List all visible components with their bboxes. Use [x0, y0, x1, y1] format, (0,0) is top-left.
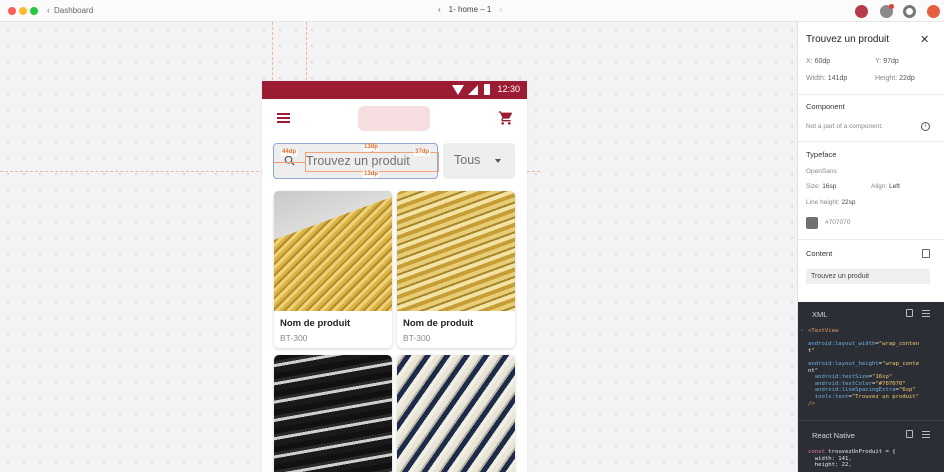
previous-screen-icon[interactable]: ‹: [438, 5, 441, 14]
divider: [798, 94, 944, 95]
close-window-button[interactable]: [8, 7, 16, 15]
line-height: Line height: 22sp: [806, 199, 856, 206]
minimize-window-button[interactable]: [19, 7, 27, 15]
measure-left-label: 44dp: [281, 149, 298, 156]
search-icon: [284, 155, 295, 166]
react-native-heading: React Native: [812, 431, 855, 440]
color-swatch[interactable]: [806, 217, 818, 229]
help-icon[interactable]: [903, 5, 916, 18]
component-heading: Component: [806, 102, 845, 111]
code-line: android:layout_height="wrap_conte: [808, 360, 920, 367]
code-line: t": [808, 347, 815, 354]
content-value[interactable]: Trouvez un produit: [806, 269, 930, 284]
logo-placeholder: [358, 106, 430, 131]
product-sku: BT-300: [403, 333, 431, 343]
wifi-icon: [452, 85, 464, 95]
product-image: [397, 191, 515, 311]
code-line: android:textColor="#707070": [814, 380, 906, 387]
content-heading: Content: [806, 249, 833, 258]
back-to-dashboard-link[interactable]: ‹ Dashboard: [47, 5, 93, 15]
y-position: Y: 97dp: [875, 58, 899, 65]
code-line: />: [808, 400, 815, 407]
close-icon[interactable]: ✕: [920, 33, 929, 46]
notifications-icon[interactable]: [880, 4, 894, 18]
notification-dot: [889, 4, 894, 9]
signal-icon: [468, 85, 478, 95]
category-select-value: Tous: [454, 153, 481, 167]
height-value: Height: 22dp: [875, 75, 915, 82]
measure-top-label: 13dp: [363, 144, 380, 151]
inspector-title: Trouvez un produit: [806, 34, 890, 45]
menu-icon[interactable]: [277, 113, 290, 123]
next-screen-icon[interactable]: ›: [499, 5, 502, 14]
measure-right-label: 37dp: [414, 149, 431, 156]
width-value: Width: 141dp: [806, 75, 848, 82]
divider: [798, 420, 944, 421]
window-toolbar: ‹ Dashboard ‹ 1- home – 1 ›: [0, 0, 944, 22]
status-bar: 12:30: [262, 81, 527, 99]
dropdown-caret-icon: [495, 159, 501, 163]
code-line: android:textSize="16sp": [814, 374, 893, 381]
product-image: [274, 355, 392, 472]
code-panel: XML ▪ <TextView android:layout_width="wr…: [798, 302, 944, 472]
screen-navigator: ‹ 1- home – 1 ›: [438, 5, 502, 14]
xml-heading: XML: [812, 310, 828, 319]
product-card[interactable]: [274, 355, 392, 472]
cart-icon[interactable]: [498, 110, 514, 126]
battery-icon: [484, 84, 490, 95]
status-time: 12:30: [497, 84, 520, 94]
copy-code-icon[interactable]: [906, 430, 913, 438]
product-image: [397, 355, 515, 472]
settings-icon[interactable]: [922, 431, 930, 438]
copy-icon[interactable]: [922, 249, 930, 258]
code-line: height: 22,: [808, 462, 852, 469]
phone-artboard[interactable]: 12:30 Trouvez un produit Tous 13dp 13dp …: [262, 81, 527, 472]
typeface-heading: Typeface: [806, 150, 837, 159]
product-card[interactable]: Nom de produit BT-300: [397, 191, 515, 348]
code-line: android:lineSpacingExtra="6sp": [814, 387, 916, 394]
code-line: nt": [808, 367, 819, 374]
copy-code-icon[interactable]: [906, 309, 913, 317]
user-avatar[interactable]: [927, 5, 940, 18]
app-bar: [262, 99, 527, 141]
product-image: [274, 191, 392, 311]
code-line: const trouvezUnProduit = {: [808, 449, 896, 455]
divider: [798, 141, 944, 142]
code-line: <TextView: [808, 328, 839, 334]
product-name: Nom de produit: [403, 318, 474, 329]
zoom-window-button[interactable]: [30, 7, 38, 15]
info-icon[interactable]: i: [921, 122, 930, 131]
code-line: tools:text="Trouvez un produit": [814, 393, 920, 400]
product-card[interactable]: [397, 355, 515, 472]
chevron-left-icon: ‹: [47, 5, 50, 15]
code-line: width: 141,: [808, 455, 852, 462]
color-hex[interactable]: #707070: [825, 219, 850, 226]
measure-bottom-label: 13dp: [363, 171, 380, 178]
font-name: OpenSans: [806, 168, 837, 175]
product-sku: BT-300: [280, 333, 308, 343]
code-line: android:layout_width="wrap_conten: [808, 341, 920, 348]
category-select[interactable]: Tous: [443, 143, 515, 179]
product-card[interactable]: Nom de produit BT-300: [274, 191, 392, 348]
screen-name: 1- home – 1: [448, 5, 492, 14]
text-align: Align: Left: [871, 183, 900, 190]
product-name: Nom de produit: [280, 318, 351, 329]
settings-icon[interactable]: [922, 310, 930, 317]
xml-code-block[interactable]: <TextView android:layout_width="wrap_con…: [808, 328, 919, 407]
measure-line: [274, 162, 305, 163]
code-gutter: ▪: [801, 328, 803, 334]
divider: [798, 239, 944, 240]
font-size: Size: 16sp: [806, 183, 837, 190]
x-position: X: 60dp: [806, 58, 831, 65]
back-label: Dashboard: [54, 6, 94, 15]
react-native-code-block[interactable]: const trouvezUnProduit = { width: 141, h…: [808, 449, 896, 469]
component-note: Not a part of a component.: [806, 123, 883, 130]
inspector-panel: Trouvez un produit ✕ X: 60dp Y: 97dp Wid…: [797, 22, 944, 472]
project-avatar-icon[interactable]: [855, 5, 868, 18]
